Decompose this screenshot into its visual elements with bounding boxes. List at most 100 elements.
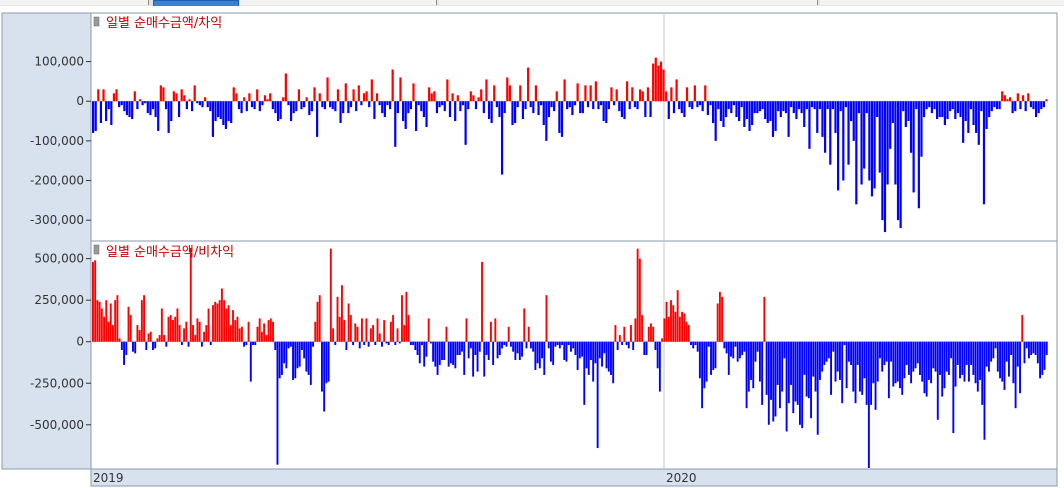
bar	[392, 315, 395, 342]
bar	[641, 91, 644, 102]
bar	[474, 341, 477, 355]
bar	[296, 341, 299, 369]
bar	[662, 69, 665, 102]
bar	[178, 325, 181, 342]
bar	[879, 341, 881, 359]
bar	[537, 101, 540, 116]
bar	[188, 99, 191, 102]
bar	[399, 77, 402, 102]
bar	[623, 326, 626, 342]
bar	[219, 101, 222, 120]
bar	[357, 85, 360, 102]
bar	[279, 101, 282, 120]
bar	[710, 341, 712, 375]
bar	[467, 341, 470, 359]
bar	[969, 101, 973, 110]
bar	[899, 341, 901, 389]
bar	[612, 101, 616, 106]
bar	[781, 341, 784, 392]
bar	[110, 101, 113, 126]
bar	[140, 300, 143, 342]
bar	[1034, 101, 1038, 118]
bar	[845, 341, 848, 389]
bar	[792, 101, 795, 114]
bar	[872, 341, 875, 384]
bar	[932, 341, 935, 369]
bar	[164, 101, 168, 110]
bar	[123, 341, 126, 365]
bar	[138, 99, 142, 102]
bar	[870, 101, 874, 197]
bar	[278, 341, 281, 379]
bar	[772, 341, 775, 422]
bar	[919, 341, 921, 375]
bar	[545, 295, 548, 342]
bar	[850, 341, 853, 365]
bar	[649, 101, 652, 118]
bar	[412, 83, 415, 102]
bar	[778, 341, 781, 409]
bar	[889, 101, 892, 149]
bar	[321, 341, 323, 392]
bar	[754, 341, 757, 362]
bar	[855, 101, 858, 205]
bar	[456, 341, 459, 355]
bar	[116, 295, 119, 342]
bar	[99, 101, 103, 124]
bar	[836, 341, 839, 372]
bar	[959, 341, 961, 379]
bar	[256, 326, 259, 342]
bar	[743, 341, 746, 352]
bar	[645, 341, 648, 355]
bar	[525, 341, 528, 349]
bar	[925, 101, 928, 110]
bar	[797, 101, 801, 110]
bar	[633, 101, 637, 108]
bar	[946, 101, 949, 120]
bar	[605, 341, 608, 369]
y-tick-label: -300,000	[30, 213, 84, 227]
bar	[383, 101, 386, 118]
bar	[644, 101, 647, 118]
bar	[307, 341, 310, 375]
bar	[736, 341, 739, 362]
bar	[961, 341, 964, 375]
bar	[990, 341, 993, 362]
bar	[235, 93, 238, 102]
bar	[313, 87, 316, 102]
bar	[841, 341, 844, 404]
bar	[994, 341, 997, 349]
bar	[547, 101, 551, 118]
bar	[800, 101, 803, 114]
bar	[496, 341, 499, 359]
bar	[647, 326, 650, 342]
bar	[805, 341, 808, 397]
bar	[718, 291, 721, 342]
bar	[372, 325, 375, 342]
bar	[692, 341, 695, 349]
bar	[505, 341, 508, 347]
bar	[1014, 341, 1017, 409]
bar	[690, 341, 692, 346]
bar	[260, 331, 263, 342]
bar	[303, 101, 306, 108]
bar	[338, 316, 341, 342]
bar	[256, 89, 259, 102]
bar	[145, 341, 148, 351]
bar	[361, 318, 363, 342]
bar	[777, 101, 780, 112]
bar	[756, 101, 759, 114]
bar	[261, 101, 264, 106]
bar	[787, 101, 790, 137]
bar	[305, 97, 308, 102]
bar	[959, 101, 962, 118]
bar	[1037, 101, 1040, 114]
bar	[282, 97, 285, 102]
bar	[492, 341, 495, 365]
bar	[716, 303, 719, 342]
bar	[249, 341, 252, 382]
bar	[643, 341, 646, 355]
bar	[972, 341, 975, 375]
bar	[463, 341, 466, 375]
bar	[876, 101, 879, 118]
